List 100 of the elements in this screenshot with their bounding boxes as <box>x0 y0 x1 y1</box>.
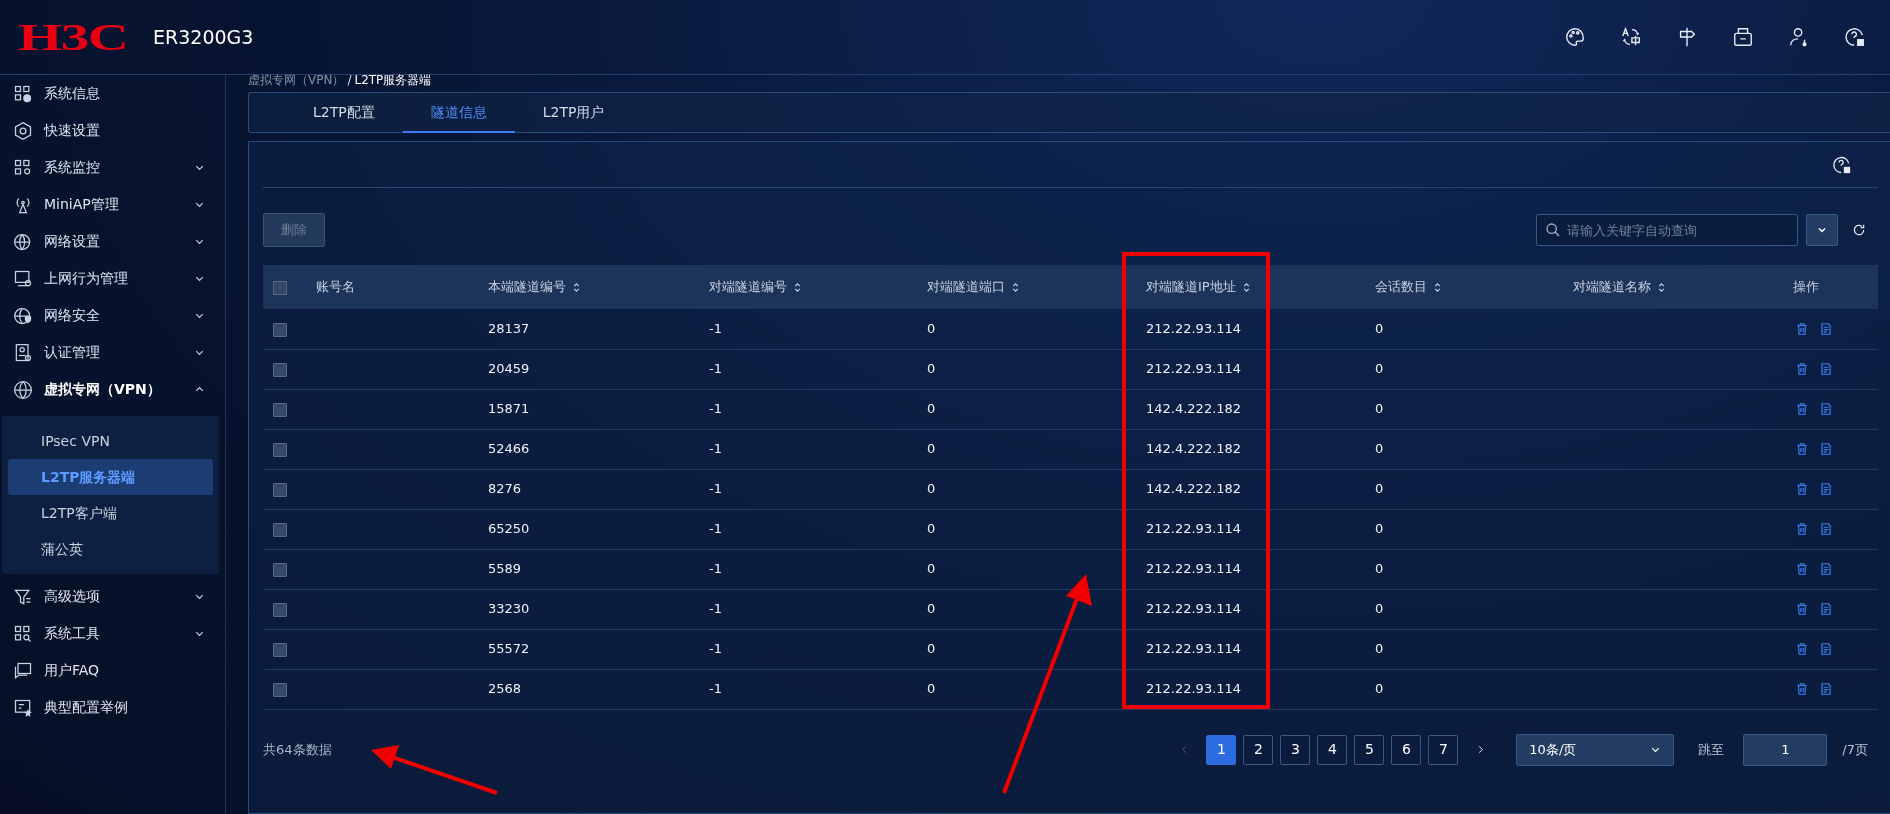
document-icon[interactable] <box>1819 682 1833 696</box>
checkbox[interactable] <box>273 482 287 497</box>
page-button[interactable]: 5 <box>1354 734 1385 765</box>
table-cell: -1 <box>709 521 722 537</box>
sidebar-item[interactable]: 用户FAQ <box>0 652 225 689</box>
table-cell: 52466 <box>488 441 530 457</box>
document-icon[interactable] <box>1819 602 1833 616</box>
grid-search-icon <box>13 623 33 644</box>
column-header[interactable]: 本端隧道编号 <box>488 277 566 297</box>
sidebar-item[interactable]: 高级选项 <box>0 578 225 615</box>
sidebar-item[interactable]: 系统工具 <box>0 615 225 652</box>
sidebar-item[interactable]: 系统信息 <box>0 75 225 112</box>
table-cell: 28137 <box>488 321 530 336</box>
trash-icon[interactable] <box>1795 442 1809 456</box>
grid-icon <box>13 83 33 104</box>
sidebar-item[interactable]: 网络安全 <box>0 297 225 334</box>
sidebar-item[interactable]: MiniAP管理 <box>0 186 225 223</box>
trash-icon[interactable] <box>1795 402 1809 416</box>
checkbox[interactable] <box>273 642 287 657</box>
hexagon-icon <box>13 120 33 141</box>
search-icon <box>1545 222 1561 238</box>
refresh-icon[interactable] <box>1852 223 1866 237</box>
sidebar-subitem[interactable]: 蒲公英 <box>8 531 213 567</box>
tab[interactable]: L2TP配置 <box>285 93 403 133</box>
page-count: /7页 <box>1842 740 1868 759</box>
page-button[interactable]: 4 <box>1317 734 1348 765</box>
document-icon[interactable] <box>1819 522 1833 536</box>
checkbox[interactable] <box>273 402 287 417</box>
table-cell: -1 <box>709 681 722 697</box>
checkbox[interactable] <box>273 362 287 377</box>
checkbox[interactable] <box>273 602 287 617</box>
trash-icon[interactable] <box>1795 602 1809 616</box>
sidebar-item[interactable]: 网络设置 <box>0 223 225 260</box>
table-cell: 0 <box>927 361 936 377</box>
checkbox[interactable] <box>273 442 287 457</box>
table-cell: 8276 <box>488 481 522 497</box>
page-button[interactable]: 7 <box>1428 734 1459 765</box>
document-icon[interactable] <box>1819 402 1833 416</box>
page-button[interactable]: 1 <box>1206 734 1237 765</box>
page-button[interactable]: 3 <box>1280 734 1311 765</box>
checkbox[interactable] <box>273 562 287 577</box>
trash-icon[interactable] <box>1795 682 1809 696</box>
table-cell: 0 <box>927 521 936 537</box>
sidebar-item[interactable]: 快速设置 <box>0 112 225 149</box>
table-cell: 212.22.93.114 <box>1146 601 1242 617</box>
document-icon[interactable] <box>1819 442 1833 456</box>
trash-icon[interactable] <box>1795 642 1809 656</box>
sidebar-subitem[interactable]: L2TP客户端 <box>8 495 213 531</box>
help-icon[interactable] <box>1832 154 1852 175</box>
table-cell: -1 <box>709 361 722 377</box>
column-header: 账号名 <box>316 278 355 297</box>
breadcrumb-current: L2TP服务器端 <box>354 71 432 89</box>
document-icon[interactable] <box>1819 321 1833 336</box>
user-icon[interactable] <box>1788 26 1810 48</box>
column-header[interactable]: 会话数目 <box>1375 277 1427 297</box>
checkbox[interactable] <box>273 322 287 337</box>
palette-icon[interactable] <box>1564 26 1586 48</box>
sidebar-subitem[interactable]: L2TP服务器端 <box>8 459 213 495</box>
document-icon[interactable] <box>1819 362 1833 376</box>
sidebar-item[interactable]: 虚拟专网（VPN） <box>0 371 225 408</box>
column-header[interactable]: 对端隧道IP地址 <box>1146 277 1236 297</box>
document-icon[interactable] <box>1819 482 1833 496</box>
breadcrumb-link[interactable]: 虚拟专网（VPN） <box>248 70 345 89</box>
total-count: 共64条数据 <box>263 740 332 759</box>
chat-icon <box>13 660 33 681</box>
trash-icon[interactable] <box>1795 562 1809 576</box>
column-header[interactable]: 对端隧道编号 <box>709 277 787 297</box>
page-size-select[interactable]: 10条/页 <box>1516 733 1675 766</box>
column-header[interactable]: 对端隧道名称 <box>1573 277 1651 297</box>
table-cell: -1 <box>709 441 722 457</box>
column-header[interactable]: 对端隧道端口 <box>927 277 1005 297</box>
sidebar-item[interactable]: 上网行为管理 <box>0 260 225 297</box>
page-button[interactable]: 6 <box>1391 734 1422 765</box>
search-field[interactable]: 请输入关键字自动查询 <box>1536 214 1798 246</box>
table-cell: 55572 <box>488 641 530 657</box>
table-cell: -1 <box>709 561 722 577</box>
page-input[interactable]: 1 <box>1743 733 1828 766</box>
sidebar-subitem[interactable]: IPsec VPN <box>8 423 213 459</box>
breadcrumb-separator: / <box>347 71 352 89</box>
badge-icon <box>13 342 33 363</box>
sidebar-item[interactable]: 认证管理 <box>0 334 225 371</box>
trash-icon[interactable] <box>1795 482 1809 496</box>
document-icon[interactable] <box>1819 562 1833 576</box>
document-icon[interactable] <box>1819 642 1833 656</box>
table-cell: 0 <box>927 441 936 457</box>
translate-icon[interactable] <box>1620 26 1642 48</box>
tab[interactable]: 隧道信息 <box>402 93 515 133</box>
help-icon[interactable] <box>1844 26 1866 48</box>
checkbox[interactable] <box>273 522 287 537</box>
checkbox[interactable] <box>273 682 287 697</box>
tab[interactable]: L2TP用户 <box>514 93 633 133</box>
trash-icon[interactable] <box>1795 362 1809 376</box>
table-cell: 0 <box>1375 561 1384 577</box>
trash-icon[interactable] <box>1795 321 1809 336</box>
trash-icon[interactable] <box>1795 522 1809 536</box>
sidebar-item[interactable]: 典型配置举例 <box>0 689 225 726</box>
page-button[interactable]: 2 <box>1243 734 1274 765</box>
table-cell: 0 <box>1375 321 1384 336</box>
sidebar-item[interactable]: 系统监控 <box>0 149 225 186</box>
checkbox[interactable] <box>273 280 287 295</box>
